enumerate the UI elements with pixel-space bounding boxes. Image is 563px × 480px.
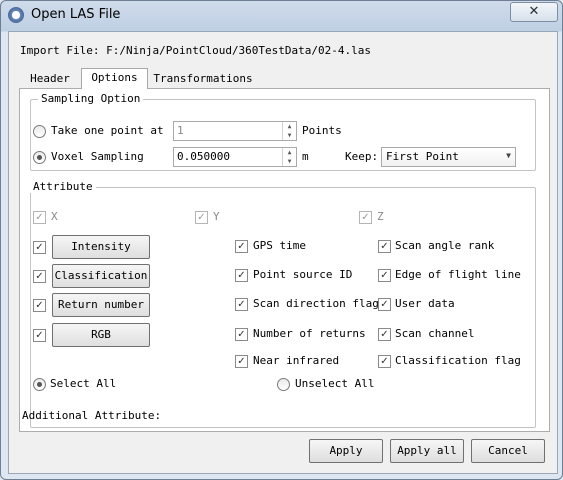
return-number-checkbox[interactable]: ✓: [33, 299, 46, 312]
point-source-id-label: Point source ID: [253, 268, 353, 281]
y-checkbox[interactable]: ✓: [195, 211, 208, 224]
unselect-all-radio[interactable]: [277, 378, 290, 391]
take-one-point-value: 1: [177, 124, 184, 137]
take-one-point-radio[interactable]: [33, 125, 46, 138]
unselect-all-label: Unselect All: [295, 377, 375, 390]
z-checkbox[interactable]: ✓: [359, 211, 372, 224]
tab-header[interactable]: Header: [23, 70, 77, 88]
window-title: Open LAS File: [31, 7, 121, 22]
point-source-id-checkbox[interactable]: ✓: [235, 269, 248, 282]
return-number-button[interactable]: Return number: [52, 293, 150, 317]
take-one-point-label: Take one point at: [51, 124, 164, 137]
z-label: Z: [377, 210, 384, 223]
take-one-point-spinbox[interactable]: 1 ▲ ▼: [173, 121, 297, 141]
close-button[interactable]: ✕: [510, 2, 558, 22]
sampling-option-label: Sampling Option: [38, 92, 144, 105]
number-of-returns-checkbox[interactable]: ✓: [235, 328, 248, 341]
y-label: Y: [213, 210, 220, 223]
attribute-group-label: Attribute: [30, 180, 96, 193]
scan-angle-rank-checkbox[interactable]: ✓: [378, 240, 391, 253]
x-label: X: [51, 210, 58, 223]
select-all-radio[interactable]: [33, 378, 46, 391]
number-of-returns-label: Number of returns: [253, 327, 366, 340]
edge-of-flight-line-checkbox[interactable]: ✓: [378, 269, 391, 282]
import-file-path: F:/Ninja/PointCloud/360TestData/02-4.las: [106, 44, 372, 57]
voxel-sampling-label: Voxel Sampling: [51, 150, 144, 163]
spin-arrows-icon[interactable]: ▲ ▼: [282, 148, 296, 166]
voxel-size-spinbox[interactable]: 0.050000 ▲ ▼: [173, 147, 297, 167]
keep-dropdown[interactable]: First Point ▼: [381, 147, 516, 167]
near-infrared-label: Near infrared: [253, 354, 340, 367]
tab-transformations[interactable]: Transformations: [151, 70, 255, 88]
intensity-button[interactable]: Intensity: [52, 235, 150, 259]
classification-button[interactable]: Classification: [52, 264, 150, 288]
near-infrared-checkbox[interactable]: ✓: [235, 355, 248, 368]
meters-unit-label: m: [302, 150, 309, 163]
user-data-label: User data: [395, 297, 455, 310]
rgb-checkbox[interactable]: ✓: [33, 329, 46, 342]
gps-time-checkbox[interactable]: ✓: [235, 240, 248, 253]
gps-time-label: GPS time: [253, 239, 306, 252]
additional-attribute-label: Additional Attribute:: [22, 409, 162, 422]
scan-direction-flag-checkbox[interactable]: ✓: [235, 298, 248, 311]
keep-label: Keep:: [345, 150, 379, 163]
open-las-dialog: Open LAS File ✕ Import File: F:/Ninja/Po…: [0, 0, 563, 480]
options-panel: Sampling Option Take one point at 1 ▲ ▼ P…: [19, 88, 550, 432]
voxel-size-value: 0.050000: [177, 150, 230, 163]
import-file-label: Import File:: [20, 44, 100, 57]
keep-value: First Point: [386, 150, 459, 163]
voxel-sampling-radio[interactable]: [33, 151, 46, 164]
tab-options[interactable]: Options: [81, 68, 148, 89]
classification-flag-label: Classification flag: [395, 354, 521, 367]
classification-flag-checkbox[interactable]: ✓: [378, 355, 391, 368]
chevron-down-icon: ▼: [506, 151, 511, 160]
import-file-line: Import File: F:/Ninja/PointCloud/360Test…: [20, 44, 371, 57]
select-all-label: Select All: [50, 377, 117, 390]
apply-button[interactable]: Apply: [309, 439, 383, 463]
x-checkbox[interactable]: ✓: [33, 211, 46, 224]
scan-channel-label: Scan channel: [395, 327, 475, 340]
points-unit-label: Points: [302, 124, 342, 137]
dialog-client-area: Import File: F:/Ninja/PointCloud/360Test…: [8, 31, 558, 474]
rgb-button[interactable]: RGB: [52, 323, 150, 347]
scan-channel-checkbox[interactable]: ✓: [378, 328, 391, 341]
app-logo-icon: [8, 7, 24, 23]
spin-arrows-icon[interactable]: ▲ ▼: [282, 122, 296, 140]
intensity-checkbox[interactable]: ✓: [33, 241, 46, 254]
user-data-checkbox[interactable]: ✓: [378, 298, 391, 311]
scan-direction-flag-label: Scan direction flag: [253, 297, 379, 310]
title-bar: Open LAS File ✕: [1, 1, 562, 31]
scan-angle-rank-label: Scan angle rank: [395, 239, 495, 252]
edge-of-flight-line-label: Edge of flight line: [395, 268, 521, 281]
apply-all-button[interactable]: Apply all: [390, 439, 464, 463]
classification-checkbox[interactable]: ✓: [33, 270, 46, 283]
cancel-button[interactable]: Cancel: [471, 439, 545, 463]
